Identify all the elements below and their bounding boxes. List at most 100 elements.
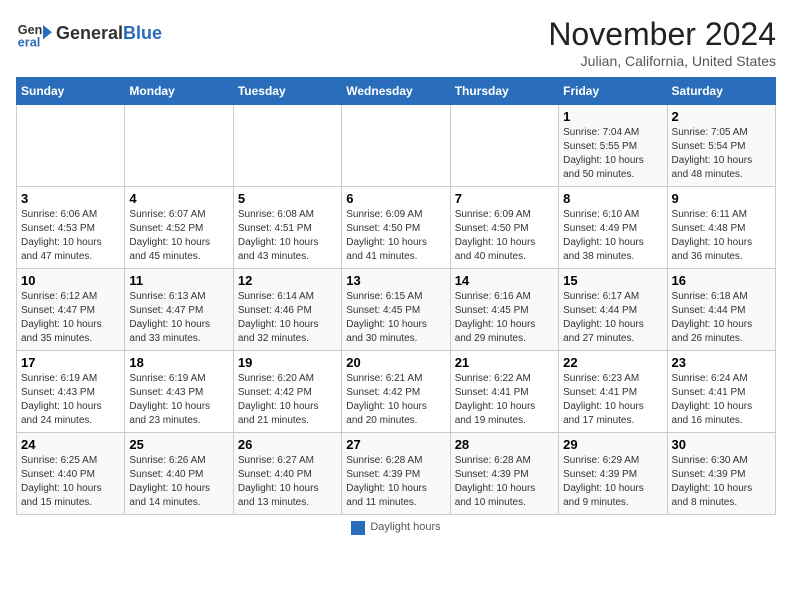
day-number: 26 bbox=[238, 437, 337, 452]
location: Julian, California, United States bbox=[548, 53, 776, 69]
day-info: Sunrise: 6:10 AM Sunset: 4:49 PM Dayligh… bbox=[563, 208, 662, 264]
svg-text:eral: eral bbox=[18, 36, 40, 50]
calendar-week-5: 24 Sunrise: 6:25 AM Sunset: 4:40 PM Dayli… bbox=[17, 433, 776, 515]
day-info: Sunrise: 7:05 AM Sunset: 5:54 PM Dayligh… bbox=[672, 126, 771, 182]
day-number: 9 bbox=[672, 191, 771, 206]
day-info: Sunrise: 6:07 AM Sunset: 4:52 PM Dayligh… bbox=[129, 208, 228, 264]
calendar-cell: 19 Sunrise: 6:20 AM Sunset: 4:42 PM Dayli… bbox=[233, 351, 341, 433]
day-info: Sunrise: 6:11 AM Sunset: 4:48 PM Dayligh… bbox=[672, 208, 771, 264]
day-number: 30 bbox=[672, 437, 771, 452]
day-info: Sunrise: 6:15 AM Sunset: 4:45 PM Dayligh… bbox=[346, 290, 445, 346]
calendar-cell: 5Sunrise: 6:08 AM Sunset: 4:51 PM Daylig… bbox=[233, 187, 341, 269]
col-thursday: Thursday bbox=[450, 78, 558, 105]
day-number: 28 bbox=[455, 437, 554, 452]
day-info: Sunrise: 6:21 AM Sunset: 4:42 PM Dayligh… bbox=[346, 372, 445, 428]
calendar-cell: 13 Sunrise: 6:15 AM Sunset: 4:45 PM Dayli… bbox=[342, 269, 450, 351]
day-number: 13 bbox=[346, 273, 445, 288]
day-number: 19 bbox=[238, 355, 337, 370]
day-info: Sunrise: 6:09 AM Sunset: 4:50 PM Dayligh… bbox=[346, 208, 445, 264]
day-info: Sunrise: 6:26 AM Sunset: 4:40 PM Dayligh… bbox=[129, 454, 228, 510]
calendar-cell: 8Sunrise: 6:10 AM Sunset: 4:49 PM Daylig… bbox=[559, 187, 667, 269]
day-info: Sunrise: 6:06 AM Sunset: 4:53 PM Dayligh… bbox=[21, 208, 120, 264]
day-info: Sunrise: 6:20 AM Sunset: 4:42 PM Dayligh… bbox=[238, 372, 337, 428]
day-number: 1 bbox=[563, 109, 662, 124]
page-header: Gen eral GeneralBlue November 2024 Julia… bbox=[16, 16, 776, 69]
calendar-cell: 16 Sunrise: 6:18 AM Sunset: 4:44 PM Dayli… bbox=[667, 269, 775, 351]
day-number: 10 bbox=[21, 273, 120, 288]
calendar-week-3: 10Sunrise: 6:12 AM Sunset: 4:47 PM Dayli… bbox=[17, 269, 776, 351]
calendar-cell bbox=[125, 105, 233, 187]
col-friday: Friday bbox=[559, 78, 667, 105]
calendar-cell: 12 Sunrise: 6:14 AM Sunset: 4:46 PM Dayli… bbox=[233, 269, 341, 351]
col-saturday: Saturday bbox=[667, 78, 775, 105]
calendar-body: 1 Sunrise: 7:04 AM Sunset: 5:55 PM Daylig… bbox=[17, 105, 776, 515]
day-number: 7 bbox=[455, 191, 554, 206]
day-number: 27 bbox=[346, 437, 445, 452]
calendar-cell: 4Sunrise: 6:07 AM Sunset: 4:52 PM Daylig… bbox=[125, 187, 233, 269]
calendar-cell: 22 Sunrise: 6:23 AM Sunset: 4:41 PM Dayli… bbox=[559, 351, 667, 433]
day-number: 21 bbox=[455, 355, 554, 370]
calendar-cell: 7 Sunrise: 6:09 AM Sunset: 4:50 PM Daylig… bbox=[450, 187, 558, 269]
calendar-cell: 2 Sunrise: 7:05 AM Sunset: 5:54 PM Daylig… bbox=[667, 105, 775, 187]
day-info: Sunrise: 6:18 AM Sunset: 4:44 PM Dayligh… bbox=[672, 290, 771, 346]
calendar-week-4: 17 Sunrise: 6:19 AM Sunset: 4:43 PM Dayli… bbox=[17, 351, 776, 433]
day-info: Sunrise: 6:29 AM Sunset: 4:39 PM Dayligh… bbox=[563, 454, 662, 510]
day-info: Sunrise: 6:08 AM Sunset: 4:51 PM Dayligh… bbox=[238, 208, 337, 264]
day-number: 22 bbox=[563, 355, 662, 370]
calendar-cell bbox=[342, 105, 450, 187]
day-number: 29 bbox=[563, 437, 662, 452]
calendar-cell: 20Sunrise: 6:21 AM Sunset: 4:42 PM Dayli… bbox=[342, 351, 450, 433]
day-info: Sunrise: 7:04 AM Sunset: 5:55 PM Dayligh… bbox=[563, 126, 662, 182]
calendar-week-2: 3 Sunrise: 6:06 AM Sunset: 4:53 PM Daylig… bbox=[17, 187, 776, 269]
calendar-cell: 1 Sunrise: 7:04 AM Sunset: 5:55 PM Daylig… bbox=[559, 105, 667, 187]
calendar-cell: 3 Sunrise: 6:06 AM Sunset: 4:53 PM Daylig… bbox=[17, 187, 125, 269]
calendar-table: Sunday Monday Tuesday Wednesday Thursday… bbox=[16, 77, 776, 515]
calendar-cell bbox=[450, 105, 558, 187]
calendar-cell bbox=[233, 105, 341, 187]
day-info: Sunrise: 6:19 AM Sunset: 4:43 PM Dayligh… bbox=[129, 372, 228, 428]
day-number: 16 bbox=[672, 273, 771, 288]
calendar-week-1: 1 Sunrise: 7:04 AM Sunset: 5:55 PM Daylig… bbox=[17, 105, 776, 187]
calendar-cell: 10Sunrise: 6:12 AM Sunset: 4:47 PM Dayli… bbox=[17, 269, 125, 351]
calendar-cell: 30 Sunrise: 6:30 AM Sunset: 4:39 PM Dayli… bbox=[667, 433, 775, 515]
calendar-cell: 18Sunrise: 6:19 AM Sunset: 4:43 PM Dayli… bbox=[125, 351, 233, 433]
calendar-cell: 27 Sunrise: 6:28 AM Sunset: 4:39 PM Dayli… bbox=[342, 433, 450, 515]
logo-text-line1: GeneralBlue bbox=[56, 23, 162, 45]
col-tuesday: Tuesday bbox=[233, 78, 341, 105]
day-number: 11 bbox=[129, 273, 228, 288]
calendar-cell: 24 Sunrise: 6:25 AM Sunset: 4:40 PM Dayli… bbox=[17, 433, 125, 515]
calendar-cell: 23Sunrise: 6:24 AM Sunset: 4:41 PM Dayli… bbox=[667, 351, 775, 433]
day-number: 2 bbox=[672, 109, 771, 124]
day-number: 17 bbox=[21, 355, 120, 370]
day-info: Sunrise: 6:16 AM Sunset: 4:45 PM Dayligh… bbox=[455, 290, 554, 346]
day-info: Sunrise: 6:14 AM Sunset: 4:46 PM Dayligh… bbox=[238, 290, 337, 346]
calendar-cell: 25 Sunrise: 6:26 AM Sunset: 4:40 PM Dayli… bbox=[125, 433, 233, 515]
calendar-cell: 17Sunrise: 6:19 AM Sunset: 4:43 PM Dayli… bbox=[17, 351, 125, 433]
day-number: 25 bbox=[129, 437, 228, 452]
day-number: 6 bbox=[346, 191, 445, 206]
day-number: 14 bbox=[455, 273, 554, 288]
day-number: 15 bbox=[563, 273, 662, 288]
day-info: Sunrise: 6:27 AM Sunset: 4:40 PM Dayligh… bbox=[238, 454, 337, 510]
title-block: November 2024 Julian, California, United… bbox=[548, 16, 776, 69]
legend-label: Daylight hours bbox=[370, 521, 440, 535]
day-number: 3 bbox=[21, 191, 120, 206]
calendar-cell: 14 Sunrise: 6:16 AM Sunset: 4:45 PM Dayli… bbox=[450, 269, 558, 351]
calendar-cell: 21 Sunrise: 6:22 AM Sunset: 4:41 PM Dayli… bbox=[450, 351, 558, 433]
legend: Daylight hours bbox=[16, 521, 776, 535]
day-info: Sunrise: 6:28 AM Sunset: 4:39 PM Dayligh… bbox=[346, 454, 445, 510]
day-info: Sunrise: 6:23 AM Sunset: 4:41 PM Dayligh… bbox=[563, 372, 662, 428]
logo-icon: Gen eral bbox=[16, 16, 52, 52]
day-number: 23 bbox=[672, 355, 771, 370]
day-info: Sunrise: 6:22 AM Sunset: 4:41 PM Dayligh… bbox=[455, 372, 554, 428]
day-number: 24 bbox=[21, 437, 120, 452]
calendar-cell bbox=[17, 105, 125, 187]
col-sunday: Sunday bbox=[17, 78, 125, 105]
day-info: Sunrise: 6:28 AM Sunset: 4:39 PM Dayligh… bbox=[455, 454, 554, 510]
day-info: Sunrise: 6:30 AM Sunset: 4:39 PM Dayligh… bbox=[672, 454, 771, 510]
calendar-cell: 9 Sunrise: 6:11 AM Sunset: 4:48 PM Daylig… bbox=[667, 187, 775, 269]
day-number: 12 bbox=[238, 273, 337, 288]
day-info: Sunrise: 6:09 AM Sunset: 4:50 PM Dayligh… bbox=[455, 208, 554, 264]
day-info: Sunrise: 6:25 AM Sunset: 4:40 PM Dayligh… bbox=[21, 454, 120, 510]
day-info: Sunrise: 6:13 AM Sunset: 4:47 PM Dayligh… bbox=[129, 290, 228, 346]
